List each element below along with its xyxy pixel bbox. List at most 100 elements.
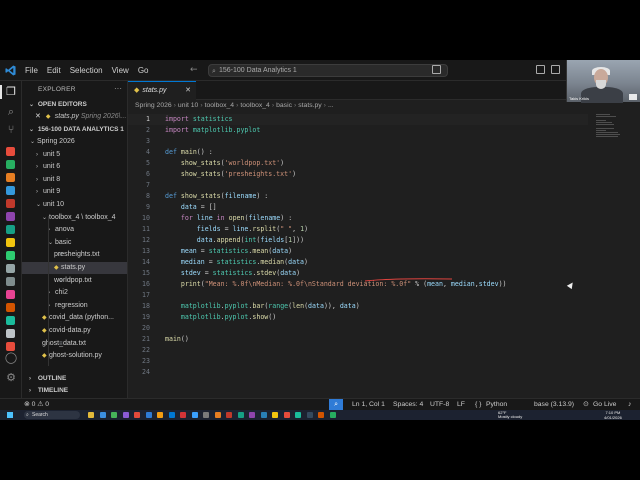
extension-icon[interactable] [6,303,15,312]
taskbar-clock[interactable]: 7:10 PM 4/01/2026 [604,410,622,420]
code-editor[interactable]: 1 import statistics 2 import matplotlib.pyp… [128,114,588,378]
source-control-icon[interactable]: ⑂ [4,123,18,137]
tree-file[interactable]: ◆ ghost-solution.py [22,350,127,362]
windows-start-icon[interactable] [7,412,13,418]
command-center[interactable]: ⌕ 156-100 Data Analytics 1 [208,64,448,77]
tab-stats-py[interactable]: ◆ stats.py ✕ [128,81,196,100]
extension-icon[interactable] [6,316,15,325]
taskbar-app-icon[interactable] [306,412,313,418]
line-ending[interactable]: LF [457,399,465,410]
tree-file[interactable]: ≡ ghost_data.txt [22,338,127,350]
extension-icon[interactable] [6,251,15,260]
taskbar-app-icon[interactable] [249,412,255,418]
tree-folder[interactable]: ⌄ toolbox_4 \ toolbox_4 [22,212,127,224]
breadcrumb-item[interactable]: basic [276,102,292,109]
taskbar-app-icon[interactable] [134,412,140,418]
code-line[interactable]: 7 [128,180,588,191]
code-line[interactable]: 5 show_stats('worldpop.txt') [128,158,588,169]
extension-icon[interactable] [6,290,15,299]
tree-folder[interactable]: › unit 5 [22,149,127,161]
menu-file[interactable]: File [25,66,38,75]
menu-go[interactable]: Go [138,66,149,75]
code-line[interactable]: 19 matplotlib.pyplot.show() [128,312,588,323]
code-line[interactable]: 8 def show_stats(filename) : [128,191,588,202]
extension-icon[interactable] [6,342,15,351]
tree-folder[interactable]: › unit 8 [22,174,127,186]
taskbar-app-icon[interactable] [226,412,232,418]
search-icon[interactable]: ⌕ [4,105,18,119]
code-line[interactable]: 18 matplotlib.pyplot.bar(range(len(data)… [128,301,588,312]
tree-folder[interactable]: › unit 9 [22,186,127,198]
tree-folder[interactable]: › unit 6 [22,161,127,173]
outline-section[interactable]: › OUTLINE [22,373,127,385]
tree-file[interactable]: ◆ stats.py [22,262,127,274]
tree-folder[interactable]: ⌄ basic [22,237,127,249]
taskbar-app-icon[interactable] [180,412,186,418]
go-live-button[interactable]: Go Live [593,399,616,410]
taskbar-app-icon[interactable] [111,412,117,418]
breadcrumb-item[interactable]: unit 10 [178,102,198,109]
open-editors-section[interactable]: ⌄ OPEN EDITORS [22,99,127,111]
breadcrumb-item[interactable]: Spring 2026 [135,102,172,109]
taskbar-app-icon[interactable] [272,412,278,418]
tree-file[interactable]: ◆ covid-data.py [22,325,127,337]
toggle-panel-icon[interactable] [551,65,560,74]
taskbar-app-icon[interactable] [237,412,244,418]
code-line[interactable]: 22 [128,345,588,356]
toggle-sidebar-icon[interactable] [536,65,545,74]
settings-icon[interactable]: ⚙ [4,371,18,385]
menu-selection[interactable]: Selection [70,66,103,75]
tree-folder[interactable]: › anova [22,224,127,236]
breadcrumb-item[interactable]: toolbox_4 [205,102,234,109]
code-line[interactable]: 23 [128,356,588,367]
breadcrumb-item[interactable]: toolbox_4 [240,102,269,109]
tree-file[interactable]: ≡ presheights.txt [22,249,127,261]
taskbar-app-icon[interactable] [145,412,152,418]
taskbar-app-icon[interactable] [99,412,106,418]
extension-icon[interactable] [6,238,15,247]
extension-icon[interactable] [6,329,15,338]
cursor-position[interactable]: Ln 1, Col 1 [352,399,385,410]
menu-edit[interactable]: Edit [47,66,61,75]
tree-folder[interactable]: ⌄ unit 10 [22,199,127,211]
extension-icon[interactable] [6,199,15,208]
taskbar-app-icon[interactable] [214,412,221,418]
encoding[interactable]: UTF-8 [430,399,449,410]
code-line[interactable]: 1 import statistics [128,114,588,125]
zoom-icon[interactable]: ⌕ [329,399,343,410]
language-mode[interactable]: Python [486,399,507,410]
taskbar-app-icon[interactable] [168,412,175,418]
taskbar-app-icon[interactable] [318,412,324,418]
code-line[interactable]: 13 mean = statistics.mean(data) [128,246,588,257]
more-actions-icon[interactable]: ··· [114,84,122,93]
interpreter[interactable]: base (3.13.9) [534,399,574,410]
close-icon[interactable]: ✕ [35,113,41,120]
account-icon[interactable]: ◯ [4,351,18,365]
bell-icon[interactable]: ♪ [628,399,631,410]
code-line[interactable]: 24 [128,367,588,378]
timeline-section[interactable]: › TIMELINE [22,385,127,397]
extension-icon[interactable] [6,225,15,234]
taskbar-app-icon[interactable] [203,412,209,418]
tree-folder[interactable]: › regression [22,300,127,312]
extension-icon[interactable] [6,264,15,273]
minimap[interactable] [596,114,636,154]
extension-icon[interactable] [6,173,15,182]
code-line[interactable]: 12 data.append(int(fields[1])) [128,235,588,246]
code-line[interactable]: 20 [128,323,588,334]
breadcrumb-item[interactable]: stats.py [298,102,321,109]
taskbar-app-icon[interactable] [329,412,336,418]
code-line[interactable]: 17 [128,290,588,301]
tree-file[interactable]: ≡ worldpop.txt [22,275,127,287]
menu-view[interactable]: View [112,66,129,75]
breadcrumb-item[interactable]: ... [328,102,334,109]
problems-indicator[interactable]: ⊗ 0 ⚠ 0 [24,399,49,410]
tree-folder[interactable]: ⌄ Spring 2026 [22,136,127,148]
tree-file[interactable]: ◆ covid_data (python... [22,312,127,324]
extension-icon[interactable] [6,277,15,286]
code-line[interactable]: 4 def main() : [128,147,588,158]
code-line[interactable]: 11 fields = line.rsplit(" ", 1) [128,224,588,235]
code-line[interactable]: 10 for line in open(filename) : [128,213,588,224]
taskbar-app-icon[interactable] [157,412,163,418]
close-tab-icon[interactable]: ✕ [185,82,191,100]
